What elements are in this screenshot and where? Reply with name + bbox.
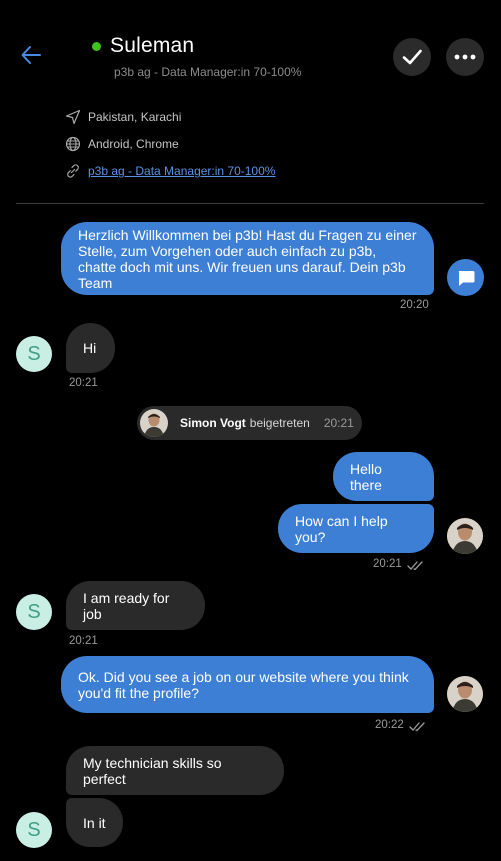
message-bubble-ok: Ok. Did you see a job on our website whe… <box>61 656 434 713</box>
visitor-avatar: S <box>16 812 52 848</box>
visitor-location: Pakistan, Karachi <box>88 110 182 124</box>
message-time: 20:20 <box>400 299 429 311</box>
visitor-device-row: Android, Chrome <box>64 135 179 153</box>
resolve-button[interactable] <box>393 38 431 76</box>
chat-bubble-icon <box>458 270 474 286</box>
link-icon <box>64 162 82 180</box>
join-time: 20:21 <box>323 416 354 430</box>
header-divider <box>16 203 484 204</box>
read-receipt-icon <box>407 561 423 571</box>
more-dots-icon <box>454 54 476 60</box>
contact-subtitle: p3b ag - Data Manager:in 70-100% <box>114 65 302 79</box>
visitor-location-row: Pakistan, Karachi <box>64 108 181 126</box>
message-bubble-init: In it <box>66 798 123 847</box>
message-bubble-help: How can I help you? <box>278 504 434 553</box>
more-options-button[interactable] <box>446 38 484 76</box>
agent-avatar <box>447 518 483 554</box>
visitor-avatar: S <box>16 594 52 630</box>
back-button[interactable] <box>14 38 48 72</box>
location-arrow-icon <box>64 108 82 126</box>
message-time: 20:21 <box>373 558 402 570</box>
agent-join-action: beigetreten <box>249 416 310 430</box>
message-bubble-skills: My technician skills so perfect <box>66 746 284 795</box>
visitor-page-link[interactable]: p3b ag - Data Manager:in 70-100% <box>88 164 275 178</box>
message-bubble-ready: I am ready for job <box>66 581 205 630</box>
agent-joined-notice: Simon Vogt beigetreten 20:21 <box>137 406 362 440</box>
online-status-dot <box>92 42 101 51</box>
message-time: 20:22 <box>375 719 404 731</box>
bot-avatar <box>447 259 484 296</box>
arrow-left-icon <box>21 46 41 64</box>
message-bubble-hi: Hi <box>66 323 115 373</box>
agent-avatar <box>140 409 168 437</box>
message-bubble-welcome: Herzlich Willkommen bei p3b! Hast du Fra… <box>61 222 434 295</box>
agent-avatar <box>447 676 483 712</box>
contact-name: Suleman <box>110 34 195 57</box>
message-time: 20:21 <box>69 377 98 389</box>
visitor-page-row: p3b ag - Data Manager:in 70-100% <box>64 162 275 180</box>
read-receipt-icon <box>409 722 425 732</box>
message-time: 20:21 <box>69 635 98 647</box>
globe-icon <box>64 135 82 153</box>
message-bubble-hello: Hello there <box>333 452 434 501</box>
checkmark-icon <box>402 49 422 65</box>
visitor-avatar: S <box>16 336 52 372</box>
agent-name: Simon Vogt <box>180 416 246 430</box>
visitor-device: Android, Chrome <box>88 137 179 151</box>
